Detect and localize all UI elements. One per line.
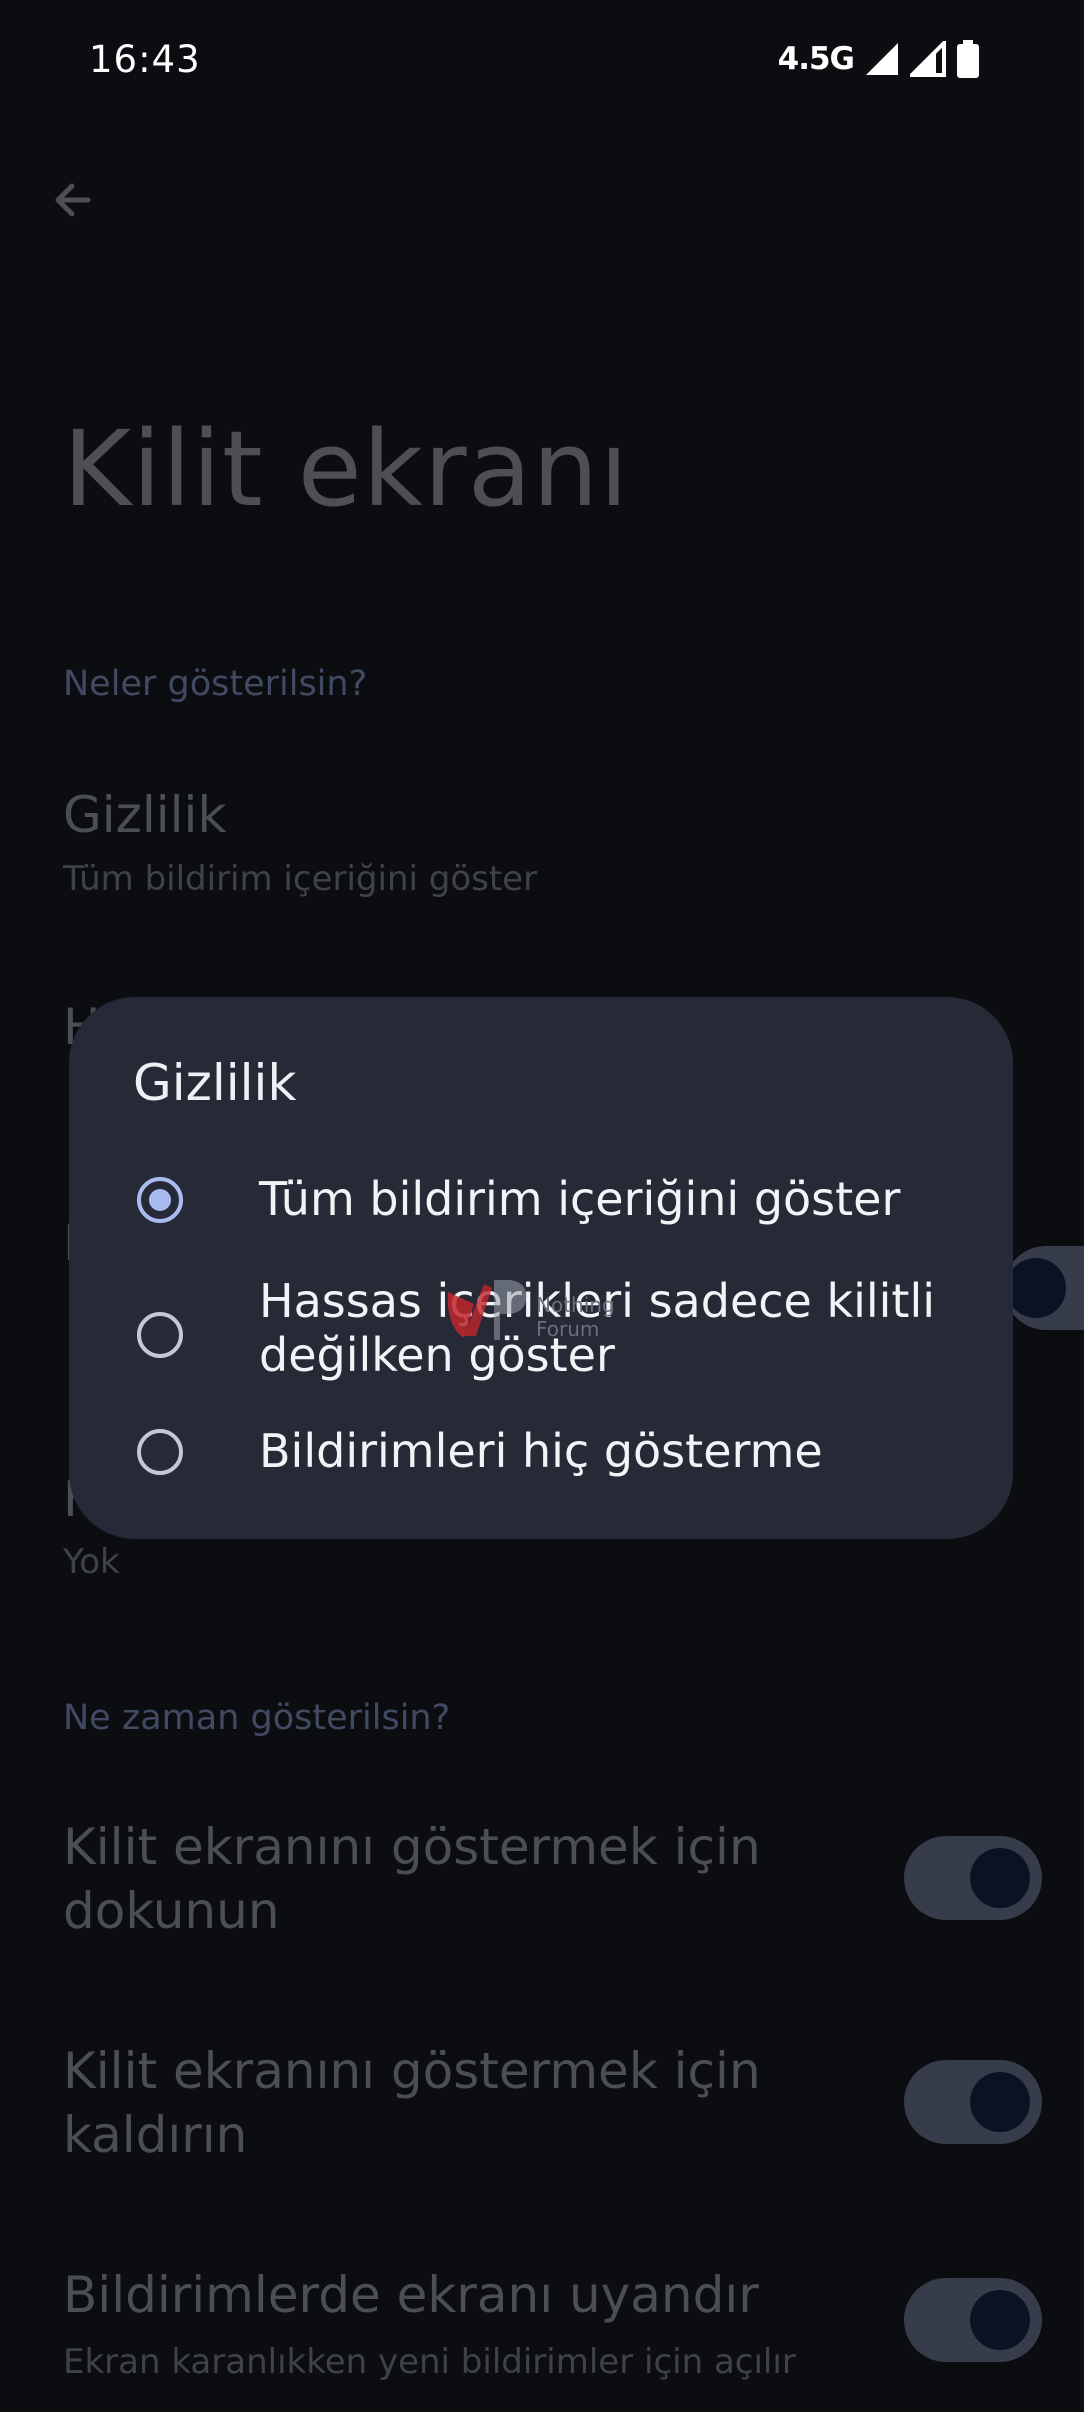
radio-option-label: Tüm bildirim içeriğini göster [259,1172,901,1226]
pref-wake-summary: Ekran karanlıkken yeni bildirimler için … [63,2342,796,2382]
radio-option-label-line2: değilken göster [259,1328,615,1382]
pref-lift-title-line1: Kilit ekranını göstermek için [63,2042,761,2100]
battery-icon [957,40,979,78]
hidden-toggle[interactable] [1004,1246,1084,1330]
pref-privacy-title: Gizlilik [63,786,227,844]
status-icons: 4.5G [778,40,980,78]
privacy-dialog: Gizlilik Tüm bildirim içeriğini göster H… [69,997,1013,1539]
toggle-knob [970,1848,1030,1908]
pref-tap-title-line1: Kilit ekranını göstermek için [63,1818,761,1876]
network-type: 4.5G [777,41,855,77]
radio-option-label-line1: Hassas içerikleri sadece kilitli [259,1274,936,1328]
radio-button-unchecked[interactable] [137,1312,183,1358]
pref-lift-title-line2: kaldırın [63,2106,248,2164]
wake-screen-toggle[interactable] [904,2278,1042,2362]
page-title: Kilit ekranı [63,408,630,530]
section-header-when: Ne zaman gösterilsin? [63,1698,451,1738]
tap-to-show-toggle[interactable] [904,1836,1042,1920]
signal-icon [910,41,946,77]
radio-button-checked[interactable] [137,1177,183,1223]
pref-privacy-summary: Tüm bildirim içeriğini göster [63,859,538,899]
signal-icon [866,43,898,75]
status-time: 16:43 [89,38,201,81]
radio-option-hide-all[interactable]: Bildirimleri hiç gösterme [69,1417,1013,1487]
lock-screen-settings: 16:43 4.5G Kilit ekranı Neler gösterilsi… [0,0,1084,2412]
radio-button-unchecked[interactable] [137,1429,183,1475]
radio-option-sensitive[interactable]: Hassas içerikleri sadece kilitli değilke… [69,1269,1013,1399]
toggle-knob [1006,1258,1066,1318]
radio-option-label: Bildirimleri hiç gösterme [259,1424,823,1478]
radio-option-show-all[interactable]: Tüm bildirim içeriğini göster [69,1165,1013,1235]
dialog-title: Gizlilik [133,1054,297,1112]
lift-to-show-toggle[interactable] [904,2060,1042,2144]
toggle-knob [970,2072,1030,2132]
pref-tap-title-line2: dokunun [63,1882,280,1940]
pref-wake-title: Bildirimlerde ekranı uyandır [63,2266,759,2324]
section-header-what: Neler gösterilsin? [63,664,368,704]
hidden-pref-summary: Yok [63,1542,120,1582]
back-arrow-icon[interactable] [44,170,104,230]
toggle-knob [970,2290,1030,2350]
